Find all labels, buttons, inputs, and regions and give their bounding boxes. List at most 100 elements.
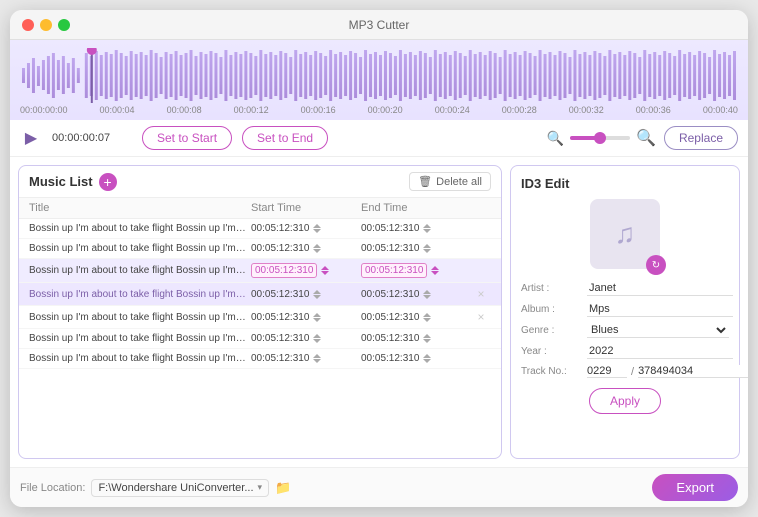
music-list-header: Music List + 🗑 Delete all	[19, 166, 501, 198]
add-music-button[interactable]: +	[99, 173, 117, 191]
end-time-field: 00:05:12:310	[361, 312, 471, 323]
artist-input[interactable]	[587, 281, 733, 296]
delete-all-button[interactable]: 🗑 Delete all	[409, 172, 491, 191]
end-time-value: 00:05:12:310	[361, 312, 419, 323]
music-list-title: Music List	[29, 174, 93, 189]
end-time-value: 00:05:12:310	[361, 353, 419, 364]
app-window: MP3 Cutter // Will be rendered via CSS a…	[10, 10, 748, 507]
table-row: Bossin up I'm about to take flight Bossi…	[19, 259, 501, 283]
track-total-input[interactable]	[638, 365, 748, 378]
timeline-mark: 00:00:24	[435, 105, 470, 115]
timeline-mark: 00:00:00:00	[20, 105, 68, 115]
end-time-value: 00:05:12:310	[361, 333, 419, 344]
end-time-field: 00:05:12:310	[361, 333, 471, 344]
track-separator: /	[631, 366, 634, 378]
end-time-spinner[interactable]	[423, 334, 431, 343]
file-path-text: F:\Wondershare UniConverter...	[98, 482, 253, 494]
export-button[interactable]: Export	[652, 474, 738, 501]
end-time-spinner[interactable]	[423, 244, 431, 253]
album-input[interactable]	[587, 302, 733, 317]
end-time-spinner[interactable]	[423, 354, 431, 363]
waveform-canvas: // Will be rendered via CSS approach bel…	[20, 48, 738, 103]
end-time-value: 00:05:12:310	[361, 263, 427, 278]
edit-art-button[interactable]: ↻	[646, 255, 666, 275]
apply-button[interactable]: Apply	[589, 388, 661, 414]
end-time-spinner[interactable]	[431, 266, 439, 275]
music-list-panel: Music List + 🗑 Delete all Title Start Ti…	[18, 165, 502, 459]
start-time-value: 00:05:12:310	[251, 312, 309, 323]
end-time-value: 00:05:12:310	[361, 243, 419, 254]
time-display: 00:00:00:07	[52, 132, 132, 144]
file-path-selector[interactable]: F:\Wondershare UniConverter... ▾	[91, 479, 269, 497]
end-time-spinner[interactable]	[423, 224, 431, 233]
file-location-label: File Location:	[20, 482, 85, 494]
timeline-mark: 00:00:28	[502, 105, 537, 115]
delete-all-label: Delete all	[436, 176, 482, 188]
start-time-spinner[interactable]	[313, 290, 321, 299]
start-time-spinner[interactable]	[313, 224, 321, 233]
table-row: Bossin up I'm about to take flight Bossi…	[19, 219, 501, 239]
start-time-value: 00:05:12:310	[251, 263, 317, 278]
table-body: Bossin up I'm about to take flight Bossi…	[19, 219, 501, 458]
folder-icon[interactable]: 📁	[275, 480, 291, 496]
album-row: Album :	[521, 302, 729, 317]
start-time-spinner[interactable]	[313, 313, 321, 322]
zoom-in-icon[interactable]: 🔍	[636, 128, 656, 148]
end-time-spinner[interactable]	[423, 313, 431, 322]
delete-row-button[interactable]: ×	[471, 287, 491, 301]
minimize-button[interactable]	[40, 19, 52, 31]
end-time-field: 00:05:12:310	[361, 223, 471, 234]
col-start-time: Start Time	[251, 202, 361, 214]
year-label: Year :	[521, 346, 581, 357]
close-button[interactable]	[22, 19, 34, 31]
track-row: Track No.: /	[521, 365, 729, 378]
start-time-field: 00:05:12:310	[251, 312, 361, 323]
set-to-start-button[interactable]: Set to Start	[142, 126, 232, 150]
start-time-field: 00:05:12:310	[251, 333, 361, 344]
timeline-mark: 00:00:16	[301, 105, 336, 115]
start-time-value: 00:05:12:310	[251, 353, 309, 364]
replace-button[interactable]: Replace	[664, 126, 738, 150]
start-time-field: 00:05:12:310	[251, 223, 361, 234]
zoom-thumb[interactable]	[594, 132, 606, 144]
table-header: Title Start Time End Time	[19, 198, 501, 219]
genre-select[interactable]: Blues Rock Pop Jazz	[587, 323, 729, 338]
table-row: Bossin up I'm about to take flight Bossi…	[19, 283, 501, 306]
year-input[interactable]	[587, 344, 733, 359]
id3-panel: ID3 Edit ♫ ↻ Artist : Album : Genre : Bl…	[510, 165, 740, 459]
end-time-spinner[interactable]	[423, 290, 431, 299]
artist-label: Artist :	[521, 283, 581, 294]
main-content: Music List + 🗑 Delete all Title Start Ti…	[10, 157, 748, 467]
timeline-mark: 00:00:12	[234, 105, 269, 115]
end-time-field: 00:05:12:310	[361, 353, 471, 364]
window-title: MP3 Cutter	[349, 18, 410, 32]
start-time-spinner[interactable]	[313, 244, 321, 253]
waveform-container[interactable]: // Will be rendered via CSS approach bel…	[10, 40, 748, 120]
row-title: Bossin up I'm about to take flight Bossi…	[29, 353, 251, 364]
start-time-spinner[interactable]	[313, 354, 321, 363]
table-row: Bossin up I'm about to take flight Bossi…	[19, 306, 501, 329]
trash-icon: 🗑	[418, 175, 432, 188]
zoom-slider[interactable]	[570, 136, 630, 140]
play-button[interactable]: ▶	[20, 127, 42, 149]
start-time-spinner[interactable]	[313, 334, 321, 343]
end-time-field: 00:05:12:310	[361, 289, 471, 300]
bottom-bar: File Location: F:\Wondershare UniConvert…	[10, 467, 748, 507]
start-time-value: 00:05:12:310	[251, 289, 309, 300]
end-time-value: 00:05:12:310	[361, 223, 419, 234]
row-title: Bossin up I'm about to take flight Bossi…	[29, 243, 251, 254]
track-number-input[interactable]	[587, 365, 627, 378]
table-row: Bossin up I'm about to take flight Bossi…	[19, 239, 501, 259]
year-row: Year :	[521, 344, 729, 359]
set-to-end-button[interactable]: Set to End	[242, 126, 328, 150]
id3-title: ID3 Edit	[521, 176, 729, 191]
row-title: Bossin up I'm about to take flight Bossi…	[29, 223, 251, 234]
track-label: Track No.:	[521, 366, 581, 377]
delete-row-button[interactable]: ×	[471, 310, 491, 324]
zoom-out-icon[interactable]: 🔍	[547, 130, 564, 147]
maximize-button[interactable]	[58, 19, 70, 31]
zoom-control: 🔍 🔍	[547, 128, 656, 148]
start-time-spinner[interactable]	[321, 266, 329, 275]
chevron-down-icon: ▾	[258, 482, 263, 493]
genre-row: Genre : Blues Rock Pop Jazz	[521, 323, 729, 338]
